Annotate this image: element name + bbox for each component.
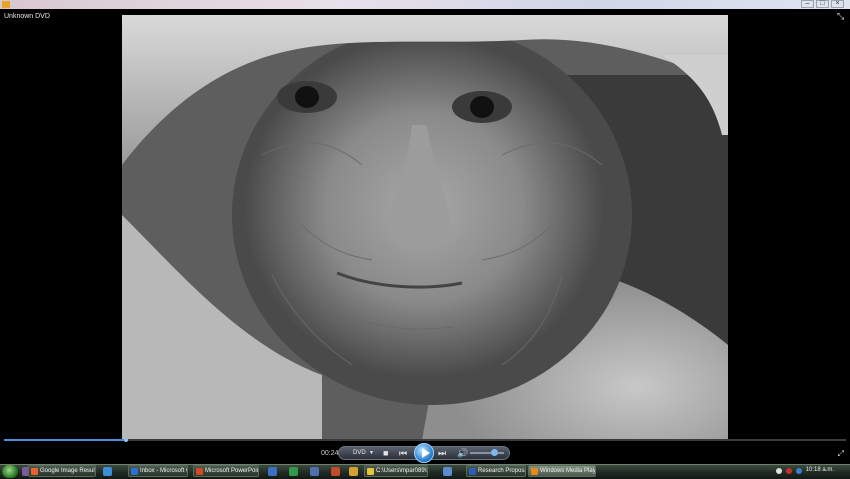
quicklaunch-icon[interactable] <box>443 467 452 476</box>
switch-to-library-icon[interactable]: ⤡ <box>837 12 846 21</box>
next-icon[interactable]: ⏭ <box>438 448 446 458</box>
taskbar-button-label: Research Proposal v0... <box>478 468 525 474</box>
window-title-strip: – □ × <box>0 0 850 9</box>
quicklaunch-excel-icon[interactable] <box>289 467 298 476</box>
taskbar-button-label: Inbox - Microsoft Ou... <box>140 468 187 474</box>
seek-thumb[interactable] <box>124 438 129 442</box>
taskbar-button[interactable]: Microsoft PowerPoin... <box>193 465 259 477</box>
stop-icon[interactable]: ■ <box>383 448 388 458</box>
app-icon <box>469 468 476 475</box>
taskbar-button[interactable]: Google Image Result... <box>28 465 96 477</box>
volume-icon[interactable]: 🔊 <box>457 448 468 458</box>
ie-icon[interactable] <box>103 467 112 476</box>
quicklaunch-word-icon[interactable] <box>268 467 277 476</box>
taskbar-button-label: C:\Users\mpar089\D... <box>376 468 427 474</box>
taskbar-button[interactable]: Windows Media Player <box>528 465 596 477</box>
video-image <box>122 15 728 440</box>
app-icon <box>31 468 38 475</box>
dvd-menu-button[interactable]: DVD <box>353 450 366 456</box>
taskbar-button-label: Google Image Result... <box>40 468 96 474</box>
taskbar-button-label: Windows Media Player <box>540 468 596 474</box>
minimize-icon[interactable]: – <box>801 0 814 8</box>
quicklaunch-icon[interactable] <box>349 467 358 476</box>
tray-icon[interactable] <box>786 468 792 474</box>
start-button[interactable] <box>2 465 18 478</box>
seek-bar[interactable] <box>4 438 846 442</box>
quicklaunch-icon[interactable] <box>310 467 319 476</box>
app-icon <box>2 1 10 8</box>
previous-icon[interactable]: ⏮ <box>399 448 407 458</box>
app-icon <box>131 468 138 475</box>
app-icon <box>531 468 538 475</box>
app-icon <box>367 468 374 475</box>
volume-thumb[interactable] <box>490 449 498 456</box>
taskbar-button[interactable]: Research Proposal v0... <box>466 465 526 477</box>
expand-icon[interactable]: ⤢ <box>838 449 844 459</box>
media-title: Unknown DVD <box>4 13 50 20</box>
play-button[interactable] <box>414 443 434 463</box>
seek-progress <box>4 439 127 441</box>
window-buttons: – □ × <box>801 0 844 8</box>
video-frame[interactable] <box>122 15 728 440</box>
quicklaunch-icon[interactable] <box>331 467 340 476</box>
chevron-down-icon[interactable]: ▼ <box>369 450 374 456</box>
taskbar-button[interactable]: Inbox - Microsoft Ou... <box>128 465 188 477</box>
playback-controls: 00:24 DVD ▼ ■ ⏮ ⏭ 🔊 ⤢ <box>0 443 850 463</box>
elapsed-time: 00:24 <box>321 450 339 457</box>
maximize-icon[interactable]: □ <box>816 0 829 8</box>
tray-icon[interactable] <box>776 468 782 474</box>
close-icon[interactable]: × <box>831 0 844 8</box>
taskbar-button[interactable]: C:\Users\mpar089\D... <box>364 465 428 477</box>
tray-icon[interactable] <box>796 468 802 474</box>
volume-slider[interactable] <box>470 452 504 454</box>
taskbar-button-label: Microsoft PowerPoin... <box>205 468 258 474</box>
app-icon <box>196 468 203 475</box>
clock[interactable]: 10:18 a.m. <box>806 467 834 473</box>
